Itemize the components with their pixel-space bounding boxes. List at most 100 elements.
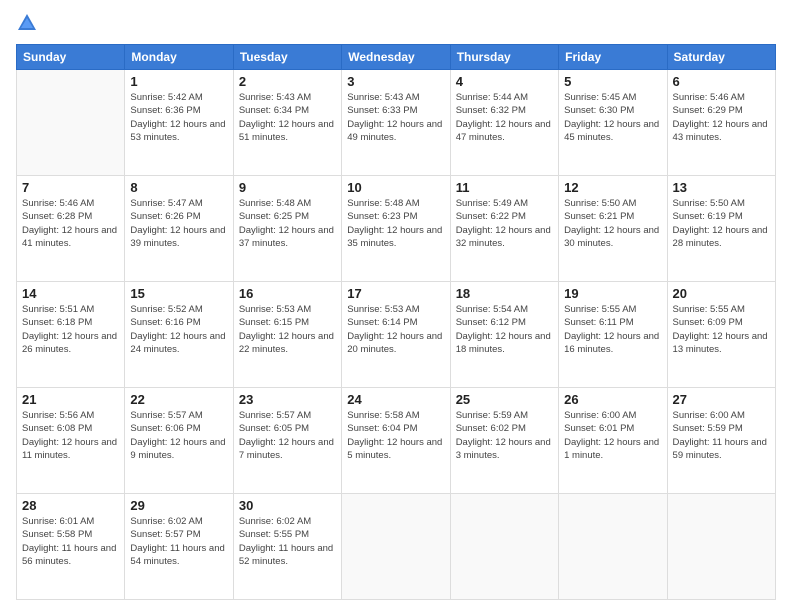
day-number: 28 — [22, 498, 119, 513]
day-info: Sunrise: 5:54 AM Sunset: 6:12 PM Dayligh… — [456, 303, 553, 356]
calendar-cell: 22 Sunrise: 5:57 AM Sunset: 6:06 PM Dayli… — [125, 388, 233, 494]
calendar-cell — [667, 494, 775, 600]
day-number: 22 — [130, 392, 227, 407]
day-number: 14 — [22, 286, 119, 301]
calendar-cell: 10 Sunrise: 5:48 AM Sunset: 6:23 PM Dayli… — [342, 176, 450, 282]
week-row-2: 7 Sunrise: 5:46 AM Sunset: 6:28 PM Daylig… — [17, 176, 776, 282]
day-number: 10 — [347, 180, 444, 195]
day-info: Sunrise: 5:45 AM Sunset: 6:30 PM Dayligh… — [564, 91, 661, 144]
calendar-cell: 24Sunrise: 5:58 AM Sunset: 6:04 PM Dayli… — [342, 388, 450, 494]
day-number: 26 — [564, 392, 661, 407]
calendar-cell: 7 Sunrise: 5:46 AM Sunset: 6:28 PM Daylig… — [17, 176, 125, 282]
calendar-cell: 19Sunrise: 5:55 AM Sunset: 6:11 PM Dayli… — [559, 282, 667, 388]
calendar-cell: 5 Sunrise: 5:45 AM Sunset: 6:30 PM Daylig… — [559, 70, 667, 176]
day-info: Sunrise: 5:43 AM Sunset: 6:33 PM Dayligh… — [347, 91, 444, 144]
calendar-cell: 23Sunrise: 5:57 AM Sunset: 6:05 PM Dayli… — [233, 388, 341, 494]
calendar-cell: 1 Sunrise: 5:42 AM Sunset: 6:36 PM Daylig… — [125, 70, 233, 176]
calendar-cell — [342, 494, 450, 600]
day-info: Sunrise: 5:56 AM Sunset: 6:08 PM Dayligh… — [22, 409, 119, 462]
weekday-header-wednesday: Wednesday — [342, 45, 450, 70]
calendar-cell: 21 Sunrise: 5:56 AM Sunset: 6:08 PM Dayli… — [17, 388, 125, 494]
day-info: Sunrise: 6:01 AM Sunset: 5:58 PM Dayligh… — [22, 515, 119, 568]
weekday-header-thursday: Thursday — [450, 45, 558, 70]
calendar-cell: 25 Sunrise: 5:59 AM Sunset: 6:02 PM Dayli… — [450, 388, 558, 494]
calendar-cell: 2 Sunrise: 5:43 AM Sunset: 6:34 PM Daylig… — [233, 70, 341, 176]
week-row-3: 14Sunrise: 5:51 AM Sunset: 6:18 PM Dayli… — [17, 282, 776, 388]
day-number: 5 — [564, 74, 661, 89]
calendar-cell: 27 Sunrise: 6:00 AM Sunset: 5:59 PM Dayli… — [667, 388, 775, 494]
calendar-cell: 30 Sunrise: 6:02 AM Sunset: 5:55 PM Dayli… — [233, 494, 341, 600]
day-info: Sunrise: 6:02 AM Sunset: 5:57 PM Dayligh… — [130, 515, 227, 568]
day-number: 11 — [456, 180, 553, 195]
day-info: Sunrise: 5:55 AM Sunset: 6:11 PM Dayligh… — [564, 303, 661, 356]
calendar-cell — [17, 70, 125, 176]
weekday-header-monday: Monday — [125, 45, 233, 70]
calendar-page: SundayMondayTuesdayWednesdayThursdayFrid… — [0, 0, 792, 612]
day-number: 4 — [456, 74, 553, 89]
day-info: Sunrise: 5:46 AM Sunset: 6:28 PM Dayligh… — [22, 197, 119, 250]
weekday-header-tuesday: Tuesday — [233, 45, 341, 70]
calendar-cell: 28 Sunrise: 6:01 AM Sunset: 5:58 PM Dayli… — [17, 494, 125, 600]
calendar-cell — [559, 494, 667, 600]
day-info: Sunrise: 5:43 AM Sunset: 6:34 PM Dayligh… — [239, 91, 336, 144]
day-info: Sunrise: 5:48 AM Sunset: 6:23 PM Dayligh… — [347, 197, 444, 250]
calendar-cell: 18 Sunrise: 5:54 AM Sunset: 6:12 PM Dayli… — [450, 282, 558, 388]
calendar-cell: 14Sunrise: 5:51 AM Sunset: 6:18 PM Dayli… — [17, 282, 125, 388]
logo-icon — [16, 12, 38, 34]
day-number: 12 — [564, 180, 661, 195]
day-number: 15 — [130, 286, 227, 301]
day-info: Sunrise: 5:49 AM Sunset: 6:22 PM Dayligh… — [456, 197, 553, 250]
day-info: Sunrise: 5:53 AM Sunset: 6:14 PM Dayligh… — [347, 303, 444, 356]
day-number: 9 — [239, 180, 336, 195]
day-info: Sunrise: 5:52 AM Sunset: 6:16 PM Dayligh… — [130, 303, 227, 356]
day-info: Sunrise: 5:50 AM Sunset: 6:21 PM Dayligh… — [564, 197, 661, 250]
day-info: Sunrise: 6:00 AM Sunset: 5:59 PM Dayligh… — [673, 409, 770, 462]
day-info: Sunrise: 5:57 AM Sunset: 6:05 PM Dayligh… — [239, 409, 336, 462]
day-info: Sunrise: 5:59 AM Sunset: 6:02 PM Dayligh… — [456, 409, 553, 462]
day-info: Sunrise: 5:46 AM Sunset: 6:29 PM Dayligh… — [673, 91, 770, 144]
calendar-cell: 4Sunrise: 5:44 AM Sunset: 6:32 PM Daylig… — [450, 70, 558, 176]
week-row-5: 28 Sunrise: 6:01 AM Sunset: 5:58 PM Dayli… — [17, 494, 776, 600]
calendar-cell: 17 Sunrise: 5:53 AM Sunset: 6:14 PM Dayli… — [342, 282, 450, 388]
calendar-cell: 6 Sunrise: 5:46 AM Sunset: 6:29 PM Daylig… — [667, 70, 775, 176]
day-number: 21 — [22, 392, 119, 407]
day-number: 13 — [673, 180, 770, 195]
calendar-cell: 9 Sunrise: 5:48 AM Sunset: 6:25 PM Daylig… — [233, 176, 341, 282]
day-info: Sunrise: 6:00 AM Sunset: 6:01 PM Dayligh… — [564, 409, 661, 462]
day-info: Sunrise: 6:02 AM Sunset: 5:55 PM Dayligh… — [239, 515, 336, 568]
day-number: 7 — [22, 180, 119, 195]
day-info: Sunrise: 5:57 AM Sunset: 6:06 PM Dayligh… — [130, 409, 227, 462]
calendar-cell: 15 Sunrise: 5:52 AM Sunset: 6:16 PM Dayli… — [125, 282, 233, 388]
calendar-cell — [450, 494, 558, 600]
day-number: 2 — [239, 74, 336, 89]
calendar-cell: 12 Sunrise: 5:50 AM Sunset: 6:21 PM Dayli… — [559, 176, 667, 282]
day-number: 29 — [130, 498, 227, 513]
week-row-4: 21 Sunrise: 5:56 AM Sunset: 6:08 PM Dayli… — [17, 388, 776, 494]
calendar-table: SundayMondayTuesdayWednesdayThursdayFrid… — [16, 44, 776, 600]
calendar-cell: 3 Sunrise: 5:43 AM Sunset: 6:33 PM Daylig… — [342, 70, 450, 176]
day-info: Sunrise: 5:48 AM Sunset: 6:25 PM Dayligh… — [239, 197, 336, 250]
day-number: 16 — [239, 286, 336, 301]
weekday-header-saturday: Saturday — [667, 45, 775, 70]
day-info: Sunrise: 5:50 AM Sunset: 6:19 PM Dayligh… — [673, 197, 770, 250]
weekday-header-sunday: Sunday — [17, 45, 125, 70]
calendar-cell: 29 Sunrise: 6:02 AM Sunset: 5:57 PM Dayli… — [125, 494, 233, 600]
day-number: 27 — [673, 392, 770, 407]
day-number: 8 — [130, 180, 227, 195]
day-number: 6 — [673, 74, 770, 89]
day-info: Sunrise: 5:47 AM Sunset: 6:26 PM Dayligh… — [130, 197, 227, 250]
day-number: 25 — [456, 392, 553, 407]
calendar-cell: 16 Sunrise: 5:53 AM Sunset: 6:15 PM Dayli… — [233, 282, 341, 388]
day-number: 3 — [347, 74, 444, 89]
day-info: Sunrise: 5:58 AM Sunset: 6:04 PM Dayligh… — [347, 409, 444, 462]
day-info: Sunrise: 5:53 AM Sunset: 6:15 PM Dayligh… — [239, 303, 336, 356]
day-number: 17 — [347, 286, 444, 301]
day-number: 18 — [456, 286, 553, 301]
day-number: 30 — [239, 498, 336, 513]
weekday-header-row: SundayMondayTuesdayWednesdayThursdayFrid… — [17, 45, 776, 70]
week-row-1: 1 Sunrise: 5:42 AM Sunset: 6:36 PM Daylig… — [17, 70, 776, 176]
day-info: Sunrise: 5:55 AM Sunset: 6:09 PM Dayligh… — [673, 303, 770, 356]
day-info: Sunrise: 5:42 AM Sunset: 6:36 PM Dayligh… — [130, 91, 227, 144]
header — [16, 12, 776, 34]
day-number: 1 — [130, 74, 227, 89]
